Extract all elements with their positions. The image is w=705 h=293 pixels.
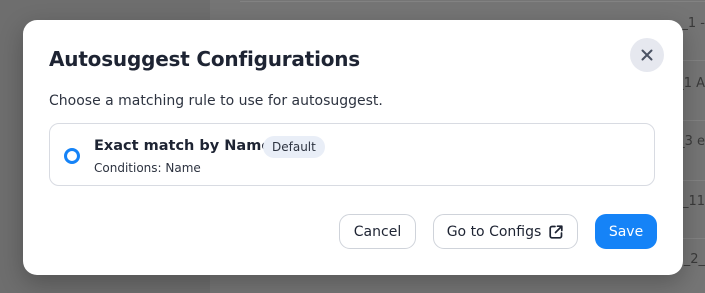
save-label: Save [608, 223, 644, 240]
background-row-text: _11 [681, 194, 705, 209]
go-to-configs-label: Go to Configs [446, 223, 542, 240]
option-radio-selected[interactable] [64, 148, 80, 164]
matching-rule-option[interactable]: Exact match by Name Default Conditions: … [49, 123, 655, 186]
go-to-configs-button[interactable]: Go to Configs [433, 214, 578, 249]
background-row-text: _1 - [681, 16, 705, 31]
background-divider [240, 1, 705, 2]
close-button[interactable] [630, 38, 664, 72]
save-button[interactable]: Save [595, 214, 657, 249]
default-badge: Default [263, 136, 325, 158]
external-link-icon [549, 224, 563, 239]
dialog-title: Autosuggest Configurations [49, 47, 361, 71]
cancel-label: Cancel [353, 223, 402, 240]
option-conditions: Conditions: Name [94, 161, 201, 175]
dialog-description: Choose a matching rule to use for autosu… [49, 93, 383, 109]
option-name: Exact match by Name [94, 138, 272, 154]
autosuggest-config-dialog: Autosuggest Configurations Choose a matc… [23, 20, 683, 275]
background-row-text: _2_ [683, 252, 705, 267]
cancel-button[interactable]: Cancel [339, 214, 416, 249]
close-icon [641, 49, 653, 61]
